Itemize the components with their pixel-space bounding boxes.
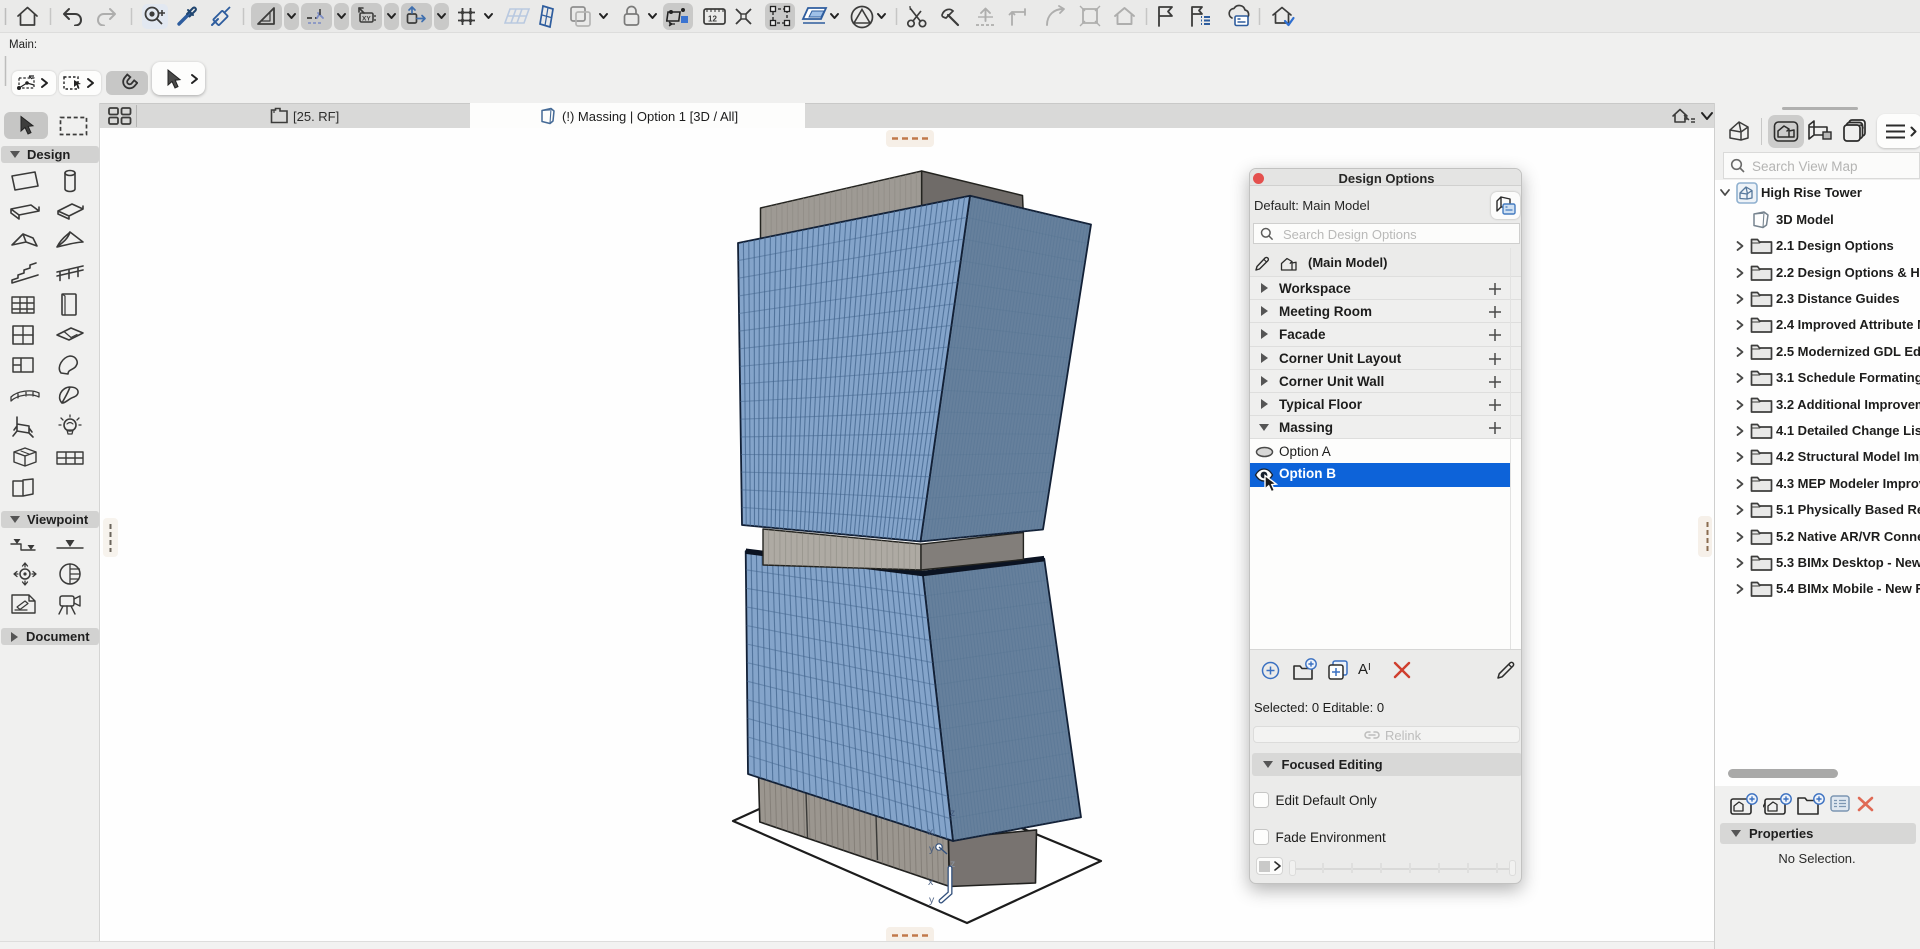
svg-text:y: y — [929, 843, 935, 855]
svg-text:y: y — [929, 894, 935, 906]
svg-text:XY: XY — [362, 16, 371, 23]
svg-text:12: 12 — [708, 15, 717, 24]
svg-text:z: z — [950, 807, 955, 819]
svg-text:x: x — [928, 826, 934, 838]
svg-text:x: x — [928, 876, 934, 888]
